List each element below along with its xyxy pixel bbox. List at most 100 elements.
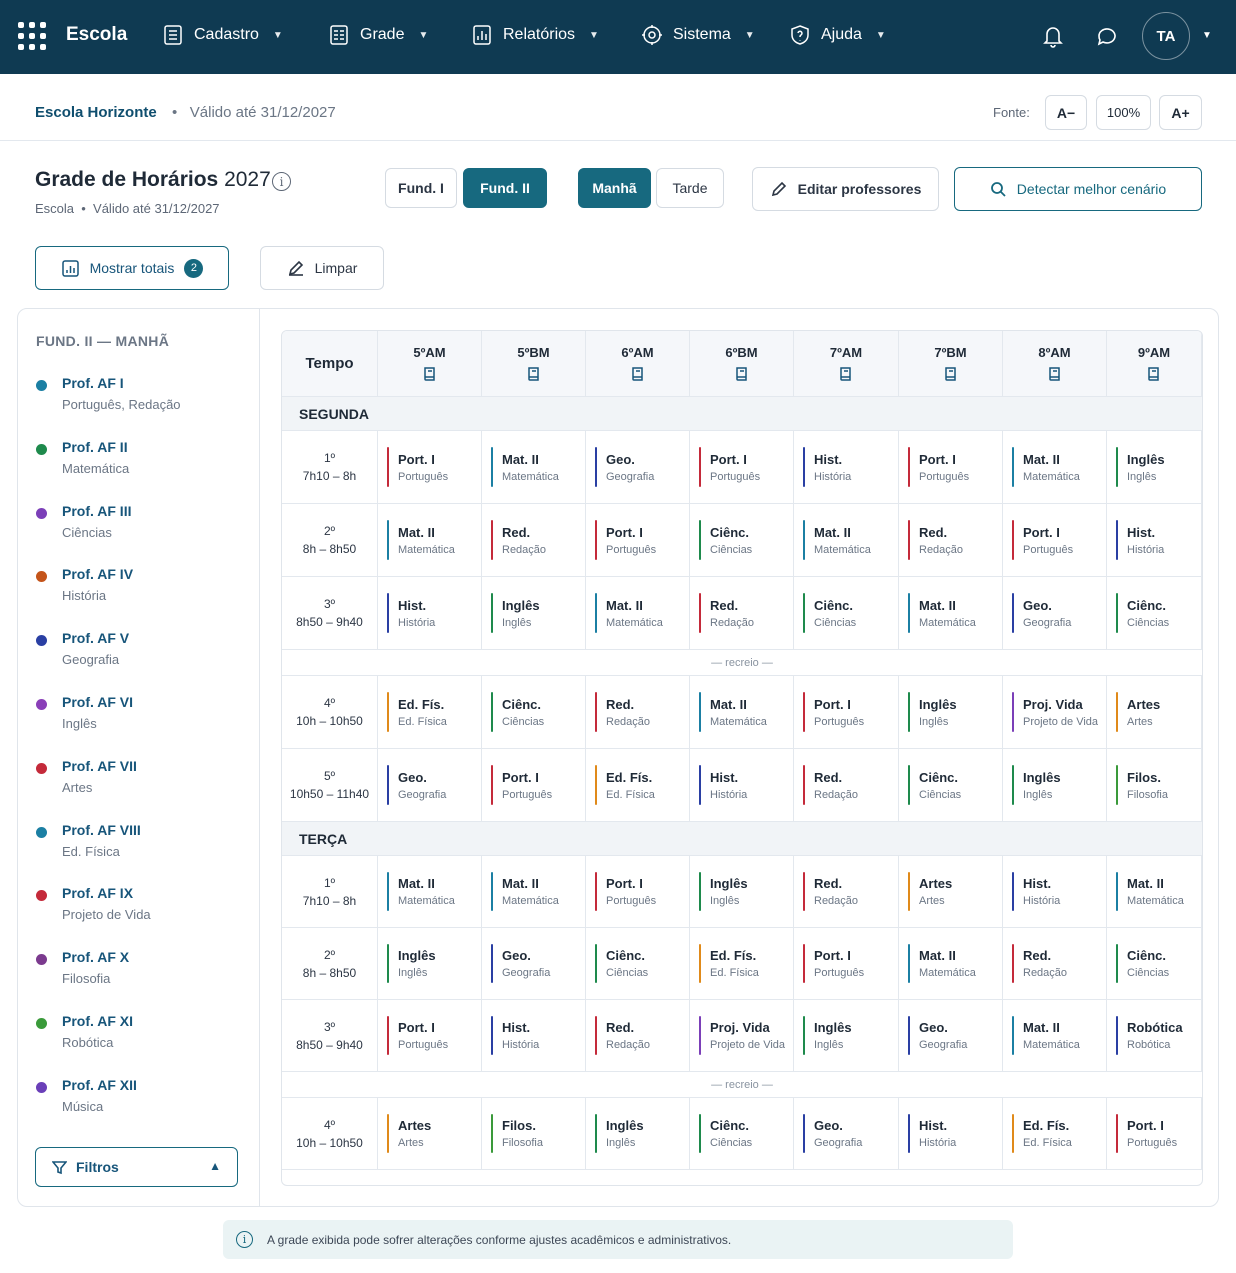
lesson-cell[interactable]: Inglês Inglês: [690, 856, 794, 928]
lesson-cell[interactable]: Hist. História: [1107, 504, 1202, 577]
lesson-cell[interactable]: Hist. História: [794, 431, 899, 504]
lesson-cell[interactable]: Red. Redação: [1003, 928, 1107, 1000]
lesson-cell[interactable]: Ciênc. Ciências: [1107, 928, 1202, 1000]
lesson-cell[interactable]: Inglês Inglês: [378, 928, 482, 1000]
shift-manha-button[interactable]: Manhã: [578, 168, 651, 208]
lesson-cell[interactable]: Red. Redação: [586, 1000, 690, 1072]
lesson-cell[interactable]: Red. Redação: [586, 676, 690, 749]
lesson-cell[interactable]: Port. I Português: [586, 856, 690, 928]
lesson-cell[interactable]: Artes Artes: [1107, 676, 1202, 749]
chevron-down-icon[interactable]: ▼: [1202, 30, 1212, 41]
lesson-cell[interactable]: Port. I Português: [899, 431, 1003, 504]
lesson-cell[interactable]: Ciênc. Ciências: [1107, 577, 1202, 650]
lesson-cell[interactable]: Inglês Inglês: [1107, 431, 1202, 504]
lesson-cell[interactable]: Red. Redação: [899, 504, 1003, 577]
lesson-cell[interactable]: Mat. II Matemática: [378, 856, 482, 928]
class-column-header[interactable]: 7ºBM: [899, 331, 1003, 397]
lesson-cell[interactable]: Ciênc. Ciências: [794, 577, 899, 650]
lesson-cell[interactable]: Inglês Inglês: [1003, 749, 1107, 822]
level-fund-i-button[interactable]: Fund. I: [385, 168, 457, 208]
lesson-cell[interactable]: Mat. II Matemática: [482, 431, 586, 504]
lesson-cell[interactable]: Ciênc. Ciências: [690, 1098, 794, 1170]
clear-button[interactable]: Limpar: [260, 246, 384, 290]
lesson-cell[interactable]: Port. I Português: [1107, 1098, 1202, 1170]
lesson-cell[interactable]: Ciênc. Ciências: [586, 928, 690, 1000]
class-column-header[interactable]: 5ºAM: [378, 331, 482, 397]
class-column-header[interactable]: 6ºAM: [586, 331, 690, 397]
lesson-cell[interactable]: Hist. História: [378, 577, 482, 650]
avatar[interactable]: TA: [1142, 12, 1190, 60]
lesson-cell[interactable]: Robótica Robótica: [1107, 1000, 1202, 1072]
lesson-cell[interactable]: Mat. II Matemática: [1107, 856, 1202, 928]
detect-scenario-button[interactable]: Detectar melhor cenário: [954, 167, 1202, 211]
lesson-cell[interactable]: Mat. II Matemática: [586, 577, 690, 650]
lesson-cell[interactable]: Ed. Fís. Ed. Física: [378, 676, 482, 749]
lesson-cell[interactable]: Port. I Português: [378, 431, 482, 504]
lesson-cell[interactable]: Port. I Português: [378, 1000, 482, 1072]
lesson-cell[interactable]: Geo. Geografia: [378, 749, 482, 822]
lesson-cell[interactable]: Hist. História: [1003, 856, 1107, 928]
lesson-cell[interactable]: Mat. II Matemática: [899, 577, 1003, 650]
lesson-cell[interactable]: Geo. Geografia: [586, 431, 690, 504]
lesson-cell[interactable]: Red. Redação: [794, 749, 899, 822]
lesson-cell[interactable]: Geo. Geografia: [482, 928, 586, 1000]
class-column-header[interactable]: 6ºBM: [690, 331, 794, 397]
level-fund-ii-button[interactable]: Fund. II: [463, 168, 547, 208]
lesson-cell[interactable]: Mat. II Matemática: [794, 504, 899, 577]
lesson-cell[interactable]: Mat. II Matemática: [899, 928, 1003, 1000]
nav-relatorios[interactable]: Relatórios ▼: [471, 24, 599, 46]
class-column-header[interactable]: 8ºAM: [1003, 331, 1107, 397]
chat-icon[interactable]: [1095, 24, 1119, 48]
class-column-header[interactable]: 9ºAM: [1107, 331, 1202, 397]
lesson-cell[interactable]: Port. I Português: [794, 928, 899, 1000]
show-totals-button[interactable]: Mostrar totais 2: [35, 246, 229, 290]
lesson-cell[interactable]: Hist. História: [690, 749, 794, 822]
lesson-cell[interactable]: Ed. Fís. Ed. Física: [690, 928, 794, 1000]
lesson-cell[interactable]: Geo. Geografia: [1003, 577, 1107, 650]
lesson-cell[interactable]: Ed. Fís. Ed. Física: [1003, 1098, 1107, 1170]
lesson-cell[interactable]: Ciênc. Ciências: [482, 676, 586, 749]
info-icon[interactable]: i: [272, 172, 291, 191]
lesson-cell[interactable]: Inglês Inglês: [482, 577, 586, 650]
lesson-cell[interactable]: Artes Artes: [899, 856, 1003, 928]
lesson-cell[interactable]: Red. Redação: [794, 856, 899, 928]
lesson-cell[interactable]: Red. Redação: [690, 577, 794, 650]
lesson-cell[interactable]: Inglês Inglês: [899, 676, 1003, 749]
lesson-cell[interactable]: Mat. II Matemática: [482, 856, 586, 928]
lesson-cell[interactable]: Filos. Filosofia: [482, 1098, 586, 1170]
lesson-cell[interactable]: Port. I Português: [482, 749, 586, 822]
nav-cadastro[interactable]: Cadastro ▼: [162, 24, 283, 46]
lesson-cell[interactable]: Ed. Fís. Ed. Física: [586, 749, 690, 822]
bell-icon[interactable]: [1042, 24, 1064, 48]
nav-grade[interactable]: Grade ▼: [328, 24, 428, 46]
lesson-cell[interactable]: Inglês Inglês: [586, 1098, 690, 1170]
lesson-cell[interactable]: Artes Artes: [378, 1098, 482, 1170]
lesson-cell[interactable]: Red. Redação: [482, 504, 586, 577]
edit-teachers-button[interactable]: Editar professores: [752, 167, 939, 211]
lesson-cell[interactable]: Port. I Português: [690, 431, 794, 504]
lesson-cell[interactable]: Mat. II Matemática: [1003, 431, 1107, 504]
lesson-cell[interactable]: Mat. II Matemática: [690, 676, 794, 749]
font-increase-button[interactable]: A+: [1159, 95, 1202, 130]
lesson-cell[interactable]: Geo. Geografia: [794, 1098, 899, 1170]
shift-tarde-button[interactable]: Tarde: [656, 168, 724, 208]
class-column-header[interactable]: 5ºBM: [482, 331, 586, 397]
school-link[interactable]: Escola Horizonte: [35, 104, 157, 121]
nav-sistema[interactable]: Sistema ▼: [641, 24, 755, 46]
filters-button[interactable]: Filtros ▲: [35, 1147, 238, 1187]
lesson-cell[interactable]: Filos. Filosofia: [1107, 749, 1202, 822]
lesson-cell[interactable]: Port. I Português: [1003, 504, 1107, 577]
lesson-cell[interactable]: Ciênc. Ciências: [690, 504, 794, 577]
lesson-cell[interactable]: Hist. História: [482, 1000, 586, 1072]
lesson-cell[interactable]: Port. I Português: [586, 504, 690, 577]
font-zoom-value[interactable]: 100%: [1096, 95, 1151, 130]
font-decrease-button[interactable]: A−: [1045, 95, 1087, 130]
apps-grid-icon[interactable]: [18, 22, 46, 50]
lesson-cell[interactable]: Ciênc. Ciências: [899, 749, 1003, 822]
nav-ajuda[interactable]: Ajuda ▼: [789, 24, 886, 46]
lesson-cell[interactable]: Mat. II Matemática: [378, 504, 482, 577]
lesson-cell[interactable]: Port. I Português: [794, 676, 899, 749]
lesson-cell[interactable]: Hist. História: [899, 1098, 1003, 1170]
lesson-cell[interactable]: Geo. Geografia: [899, 1000, 1003, 1072]
lesson-cell[interactable]: Mat. II Matemática: [1003, 1000, 1107, 1072]
